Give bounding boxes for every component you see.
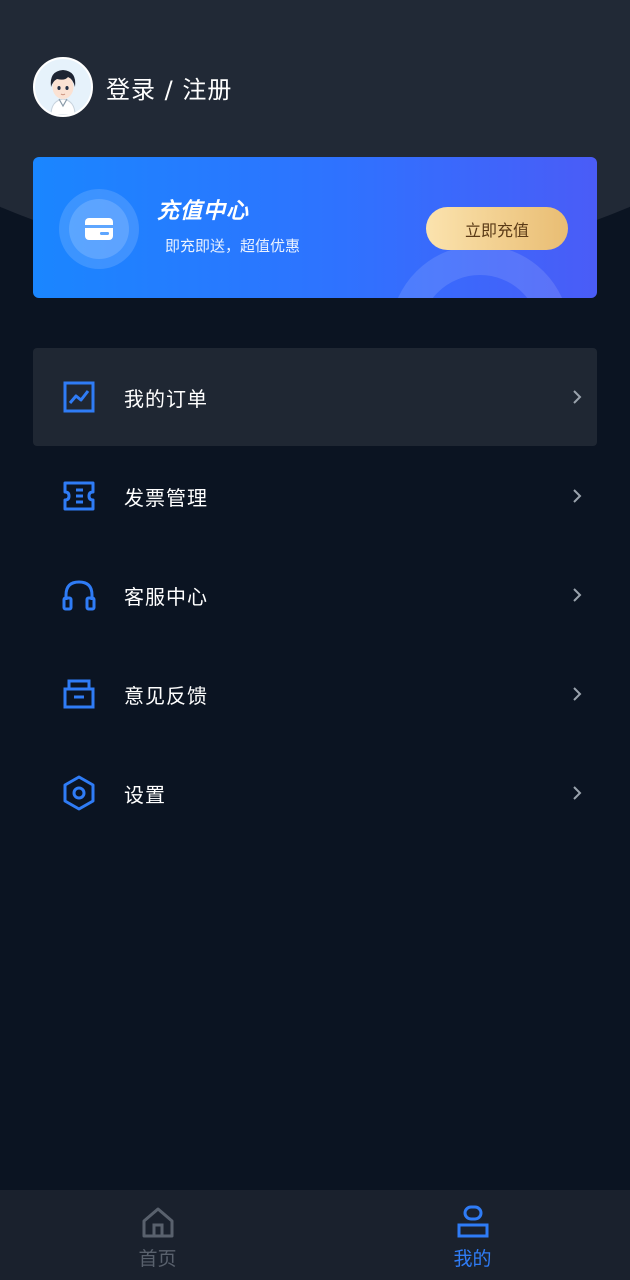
chart-icon xyxy=(63,381,95,413)
tab-me[interactable]: 我的 xyxy=(315,1190,630,1280)
recharge-card[interactable]: 充值中心 即充即送，超值优惠 立即充值 xyxy=(33,157,597,298)
recharge-subtitle: 即充即送，超值优惠 xyxy=(165,237,301,255)
chevron-right-icon xyxy=(573,390,582,404)
inbox-icon xyxy=(63,679,95,709)
menu-item-support[interactable]: 客服中心 xyxy=(33,546,597,644)
login-register-link[interactable]: 登录 / 注册 xyxy=(106,70,232,105)
menu-item-label: 意见反馈 xyxy=(124,683,208,708)
menu-item-settings[interactable]: 设置 xyxy=(33,744,597,842)
headset-icon xyxy=(62,580,96,611)
login-area[interactable]: 登录 / 注册 xyxy=(33,57,232,117)
avatar[interactable] xyxy=(33,57,93,117)
card-decoration xyxy=(390,245,570,298)
user-avatar-icon xyxy=(35,59,91,115)
menu-list: 我的订单 发票管理 客服中心 意见反馈 设置 xyxy=(33,348,597,843)
menu-item-label: 发票管理 xyxy=(124,485,208,510)
menu-item-label: 设置 xyxy=(124,782,166,807)
home-icon xyxy=(142,1207,173,1238)
user-icon xyxy=(457,1205,488,1238)
tab-label: 我的 xyxy=(453,1248,492,1270)
chevron-right-icon xyxy=(573,588,582,602)
ticket-icon xyxy=(63,481,95,511)
menu-item-label: 客服中心 xyxy=(124,584,208,609)
profile-page: 登录 / 注册 充值中心 即充即送，超值优惠 立即充值 我的订单 发票管理 客服… xyxy=(0,0,630,1280)
menu-item-invoices[interactable]: 发票管理 xyxy=(33,447,597,545)
chevron-right-icon xyxy=(573,687,582,701)
tab-home[interactable]: 首页 xyxy=(0,1190,315,1280)
card-icon-badge xyxy=(59,189,139,269)
menu-item-label: 我的订单 xyxy=(124,386,208,411)
menu-item-orders[interactable]: 我的订单 xyxy=(33,348,597,446)
chevron-right-icon xyxy=(573,489,582,503)
bottom-navigation: 首页 我的 xyxy=(0,1190,630,1280)
recharge-title: 充值中心 xyxy=(157,199,250,224)
card-icon xyxy=(85,218,113,240)
recharge-now-button[interactable]: 立即充值 xyxy=(426,207,568,250)
hexagon-settings-icon xyxy=(63,775,95,811)
tab-label: 首页 xyxy=(138,1248,177,1270)
menu-item-feedback[interactable]: 意见反馈 xyxy=(33,645,597,743)
chevron-right-icon xyxy=(573,786,582,800)
